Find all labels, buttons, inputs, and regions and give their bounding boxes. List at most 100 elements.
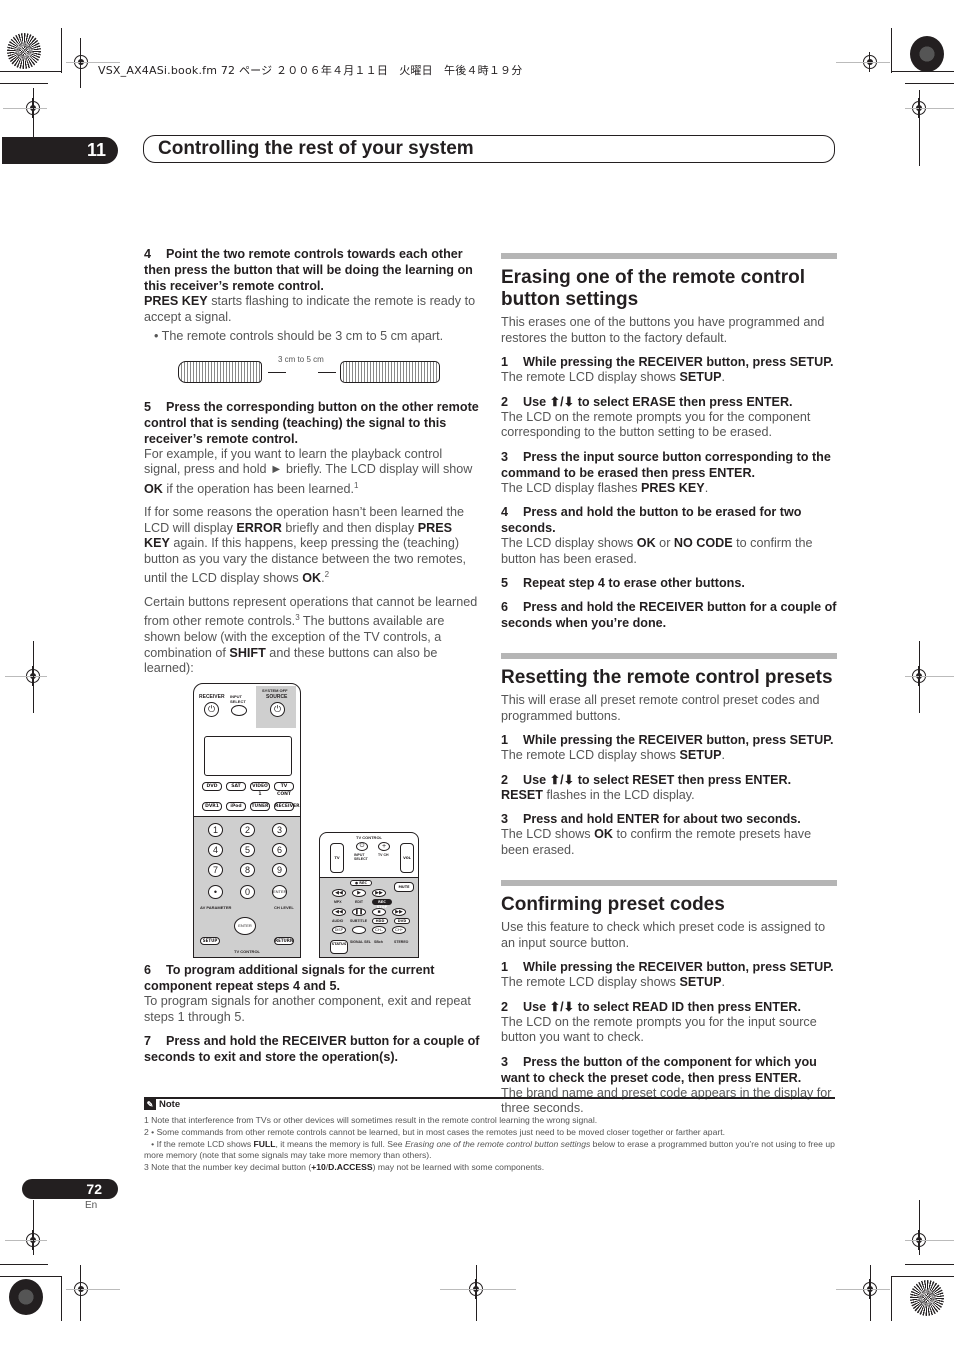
vol-button: VOL: [400, 843, 414, 873]
erasing-step-2-body: The LCD on the remote prompts you for th…: [501, 409, 811, 440]
section-title-erasing: Erasing one of the remote control button…: [501, 267, 806, 310]
number-key-5: 5: [240, 843, 255, 857]
step-7-heading: 7 Press and hold the RECEIVER button for …: [144, 1034, 480, 1064]
audio-label: AUDIO: [332, 919, 344, 923]
number-key-1: 1: [208, 823, 223, 837]
note-heading: ✎ Note: [144, 1099, 180, 1110]
crop-mark: [891, 1276, 954, 1277]
next-button: ▶▶: [392, 908, 406, 916]
confirming-step-2-heading: 2 Use ⬆/⬇ to select READ ID then press EN…: [501, 999, 801, 1014]
fast-forward-button: ▶▶: [372, 889, 386, 897]
crop-mark: [0, 1276, 62, 1277]
section-erasing: Erasing one of the remote control button…: [501, 253, 837, 631]
step-5-paragraph-1: For example, if you want to learn the pl…: [144, 446, 473, 496]
section-divider: [501, 653, 837, 659]
crop-mark: [440, 1289, 516, 1290]
pause-button: ❚❚: [352, 908, 366, 916]
system-off-label: SYSTEM OFF: [262, 688, 288, 693]
step-5-heading: 5 Press the corresponding button on the o…: [144, 399, 479, 446]
step-4-body: PRES KEY starts flashing to indicate the…: [144, 294, 476, 324]
av-parameter-label: AV PARAMETER: [200, 905, 232, 910]
transport-controls-area: ● REC MUTE ◀◀ ▶ ▶▶ MPX EDIT REC STOP ◀◀ …: [320, 877, 418, 957]
number-key-7: 7: [208, 863, 223, 877]
crop-mark: [0, 71, 62, 72]
step-5-paragraph-3: Certain buttons represent operations tha…: [144, 594, 478, 676]
footnote-2a: 2 • Some commands from other remote cont…: [144, 1126, 725, 1137]
erasing-step-1-heading: 1 While pressing the RECEIVER button, pre…: [501, 355, 834, 369]
step-4-heading: 4 Point the two remote controls towards e…: [144, 247, 473, 293]
crop-mark: [905, 1240, 954, 1241]
resetting-step-1-heading: 1 While pressing the RECEIVER button, pre…: [501, 733, 834, 747]
play-button: ▶: [352, 889, 366, 897]
source-power-button: ⏻: [270, 702, 285, 717]
confirming-step-1-body: The remote LCD display shows SETUP.: [501, 975, 725, 989]
step-6-body: To program signals for another component…: [144, 994, 471, 1024]
crop-mark: [836, 1289, 890, 1290]
numpad-enter-key: ENTER: [272, 885, 287, 899]
crop-mark: [905, 83, 954, 84]
confirming-step-2-body: The LCD on the remote prompts you for th…: [501, 1014, 817, 1045]
remote-lcd-display: [204, 736, 292, 776]
crop-mark: [0, 83, 48, 84]
crop-mark: [80, 38, 81, 88]
crop-mark: [3, 108, 47, 109]
crop-mark: [905, 1264, 954, 1265]
tv-vol-button: TV VOL: [330, 843, 344, 888]
erasing-step-6-heading: 6 Press and hold the RECEIVER button for …: [501, 600, 837, 630]
remote-keypad: 1 2 3 4 5 6 7 8 9 • 0 ENTER AV PARAMETER…: [194, 816, 300, 957]
input-select-label: INPUT SELECT: [354, 853, 368, 861]
mpx-label: MPX: [334, 900, 342, 904]
setup-button: SETUP: [200, 937, 220, 945]
resetting-step-2-body: RESET flashes in the LCD display.: [501, 787, 695, 802]
mute-button: MUTE: [394, 882, 414, 892]
crop-mark: [891, 28, 892, 73]
erasing-step-2-heading: 2 Use ⬆/⬇ to select ERASE then press ENTE…: [501, 394, 793, 409]
crop-mark: [5, 676, 47, 677]
section-resetting: Resetting the remote control presets Thi…: [501, 653, 837, 858]
source-button-tuner: TUNER: [250, 802, 270, 811]
erasing-step-4-heading: 4 Press and hold the button to be erased …: [501, 505, 802, 535]
ch-plus-button: CH+: [392, 926, 406, 934]
step-5-paragraph-2: If for some reasons the operation hasn’t…: [144, 505, 467, 586]
resetting-step-2-heading: 2 Use ⬆/⬇ to select RESET then press ENTE…: [501, 772, 792, 787]
hdd-button: HDD: [372, 918, 388, 924]
arrow-left-icon: [268, 371, 286, 373]
resetting-step-1-body: The remote LCD display shows SETUP.: [501, 748, 725, 762]
teaching-remote-illustration: [340, 360, 440, 383]
registration-rosette-top-left: [7, 33, 41, 69]
crop-mark: [61, 1276, 62, 1321]
rec-button: ● REC: [350, 880, 372, 886]
left-column: 4 Point the two remote controls towards e…: [144, 246, 480, 677]
input-select-label: INPUT SELECT: [230, 694, 246, 704]
confirming-step-1-heading: 1 While pressing the RECEIVER button, pre…: [501, 960, 834, 974]
crop-mark: [33, 641, 34, 713]
number-key-0: 0: [240, 885, 255, 899]
pencil-icon: ✎: [144, 1099, 156, 1110]
decimal-key: •: [208, 885, 223, 899]
status-button: STATUS: [330, 940, 348, 954]
number-key-2: 2: [240, 823, 255, 837]
distance-bullet: • The remote controls should be 3 cm to …: [154, 329, 444, 343]
resetting-step-3-body: The LCD shows OK to confirm the remote p…: [501, 827, 812, 857]
source-button-ipod: iPod: [226, 802, 246, 811]
tv-control-label: TV CONTROL: [234, 949, 260, 954]
crop-mark: [0, 1264, 48, 1265]
subtitle-button: [352, 926, 366, 934]
crop-mark: [905, 108, 954, 109]
input-select-button: [231, 705, 247, 716]
source-button-sat: SAT: [226, 782, 246, 791]
confirming-step-3-body: The brand name and preset code appears i…: [501, 1085, 832, 1116]
section-divider: [501, 253, 837, 259]
receiver-power-button: ⏻: [204, 702, 219, 717]
source-button-dvd: DVD: [202, 782, 222, 791]
resetting-intro: This will erase all preset remote contro…: [501, 693, 820, 723]
dvd-button: DVD: [394, 918, 410, 924]
erasing-step-3-body: The LCD display flashes PRES KEY.: [501, 480, 709, 495]
erasing-step-1-body: The remote LCD display shows SETUP.: [501, 370, 725, 384]
tv-control-label: TV CONTROL: [356, 835, 382, 840]
crop-mark: [5, 1240, 47, 1241]
receiver-label: RECEIVER: [199, 694, 225, 700]
number-key-6: 6: [272, 843, 287, 857]
source-button-video1: VIDEO 1: [250, 782, 270, 797]
footnotes: 1 Note that interference from TVs or oth…: [144, 1115, 839, 1174]
